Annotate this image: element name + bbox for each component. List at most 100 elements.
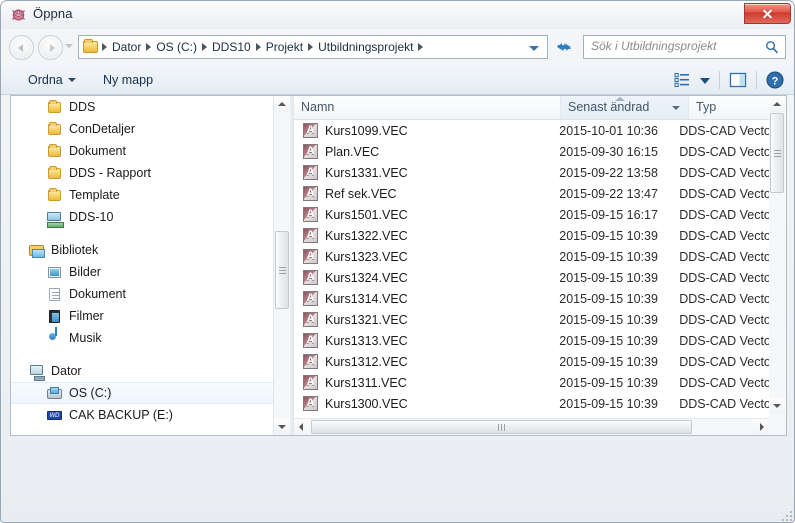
hscrollbar-thumb[interactable] — [311, 420, 692, 434]
organize-button[interactable]: Ordna — [21, 70, 83, 90]
preview-pane-icon — [729, 72, 747, 88]
tree-item-label: OS (C:) — [69, 386, 112, 400]
tree-item-musik[interactable]: Musik — [11, 326, 273, 349]
computer-icon — [29, 364, 45, 381]
table-row[interactable]: A Kurs1324.VEC 2015-09-15 10:39 DDS-CAD Vec… — [294, 267, 769, 288]
file-list-vertical-scrollbar[interactable] — [769, 96, 786, 435]
vector-file-icon: A — [303, 354, 318, 369]
file-modified-cell: 2015-09-22 13:58 — [559, 165, 658, 180]
table-row[interactable]: A Kurs1311.VEC 2015-09-15 10:39 DDS-CAD Vec… — [294, 372, 769, 393]
tree-vertical-scrollbar[interactable] — [273, 96, 290, 435]
chevron-down-icon — [67, 77, 76, 82]
table-row[interactable]: A Kurs1313.VEC 2015-09-15 10:39 DDS-CAD Vec… — [294, 330, 769, 351]
tree-item-dokument[interactable]: Dokument — [11, 283, 273, 305]
search-icon[interactable] — [765, 40, 779, 54]
table-row[interactable]: A Kurs1314.VEC 2015-09-15 10:39 DDS-CAD Vec… — [294, 288, 769, 309]
breadcrumb[interactable]: Dator OS (C:) DDS10 Projekt Utbildningsp… — [78, 35, 548, 59]
table-row[interactable]: A Kurs1501.VEC 2015-09-15 16:17 DDS-CAD Vec… — [294, 204, 769, 225]
breadcrumb-item-3[interactable]: Projekt — [262, 39, 307, 55]
close-button[interactable] — [744, 3, 791, 24]
recent-locations-dropdown-icon[interactable] — [65, 44, 73, 48]
vector-file-icon: A — [303, 291, 318, 306]
tree-item-dds-10[interactable]: DDS-10 — [11, 206, 273, 228]
tree-scroll-down-button[interactable] — [274, 419, 290, 435]
breadcrumb-dropdown-icon[interactable] — [529, 46, 539, 51]
list-scrollbar-thumb[interactable] — [770, 113, 784, 193]
list-scroll-down-button[interactable] — [769, 398, 785, 414]
breadcrumb-item-4[interactable]: Utbildningsprojekt — [314, 39, 417, 55]
tree-item-label: Template — [69, 188, 120, 202]
tree-item-label: ConDetaljer — [69, 122, 136, 136]
column-filter-dropdown-icon[interactable] — [672, 106, 680, 110]
preview-pane-button[interactable] — [725, 69, 751, 91]
file-name-cell: Kurs1321.VEC — [325, 312, 408, 327]
file-name-cell: Kurs1099.VEC — [325, 123, 408, 138]
tree-item-label: Bibliotek — [51, 243, 99, 257]
view-mode-dropdown-button[interactable] — [696, 69, 714, 91]
help-button[interactable]: ? — [762, 69, 788, 91]
tree-scroll-up-button[interactable] — [274, 96, 290, 112]
table-row[interactable]: A Plan.VEC 2015-09-30 16:15 DDS-CAD Vector — [294, 141, 769, 162]
tree-item-filmer[interactable]: Filmer — [11, 305, 273, 327]
column-header-name[interactable]: Namn — [294, 96, 561, 119]
search-box[interactable]: Sök i Utbildningsprojekt — [583, 35, 786, 59]
network-icon — [47, 210, 64, 228]
table-row[interactable]: A Kurs1099.VEC 2015-10-01 10:36 DDS-CAD Vec… — [294, 120, 769, 141]
tree-item-template[interactable]: Template — [11, 184, 273, 206]
new-folder-button[interactable]: Ny mapp — [96, 70, 160, 90]
refresh-icon[interactable] — [553, 37, 575, 57]
table-row[interactable]: A Kurs1321.VEC 2015-09-15 10:39 DDS-CAD Vec… — [294, 309, 769, 330]
tree-item-bibliotek[interactable]: Bibliotek — [11, 239, 273, 261]
usb-drive-icon — [47, 408, 63, 423]
column-header-modified[interactable]: Senast ändrad — [561, 96, 689, 119]
table-row[interactable]: A Kurs1312.VEC 2015-09-15 10:39 DDS-CAD Vec… — [294, 351, 769, 372]
file-type-cell: DDS-CAD Vector — [679, 375, 769, 390]
tree-item-condetaljer[interactable]: ConDetaljer — [11, 118, 273, 140]
chevron-down-icon — [700, 78, 710, 84]
tree-item-label: DDS-10 — [69, 210, 114, 224]
list-scroll-up-button[interactable] — [769, 96, 785, 112]
forward-button[interactable] — [38, 35, 63, 60]
table-row[interactable]: A Kurs1322.VEC 2015-09-15 10:39 DDS-CAD Vec… — [294, 225, 769, 246]
file-name-cell: Kurs1313.VEC — [325, 333, 408, 348]
file-modified-cell: 2015-09-15 10:39 — [559, 354, 658, 369]
search-placeholder: Sök i Utbildningsprojekt — [591, 39, 717, 53]
back-button[interactable] — [9, 35, 34, 60]
table-row[interactable]: A Ref sek.VEC 2015-09-22 13:47 DDS-CAD Vect… — [294, 183, 769, 204]
file-type-cell: DDS-CAD Vector — [679, 186, 769, 201]
table-row[interactable]: A Kurs1331.VEC 2015-09-22 13:58 DDS-CAD Vec… — [294, 162, 769, 183]
tree-item-cak-backup-e[interactable]: CAK BACKUP (E:) — [11, 404, 273, 426]
file-type-cell: DDS-CAD Vector — [679, 249, 769, 264]
file-type-cell: DDS-CAD Vector — [679, 144, 769, 159]
breadcrumb-item-0[interactable]: Dator — [108, 39, 145, 55]
file-modified-cell: 2015-09-15 10:39 — [559, 333, 658, 348]
file-name-cell: Kurs1300.VEC — [325, 396, 408, 411]
tree-scrollbar-thumb[interactable] — [275, 231, 289, 309]
table-row[interactable]: A Kurs1300.VEC 2015-09-15 10:39 DDS-CAD Vec… — [294, 393, 769, 414]
organize-label: Ordna — [28, 73, 63, 87]
file-type-cell: DDS-CAD Vector — [679, 312, 769, 327]
tree-item-dds-rapport[interactable]: DDS - Rapport — [11, 162, 273, 184]
tree-item-bilder[interactable]: Bilder — [11, 261, 273, 283]
tree-item-label: DDS — [69, 100, 96, 114]
file-name-cell: Kurs1324.VEC — [325, 270, 408, 285]
file-type-cell: DDS-CAD Vector — [679, 333, 769, 348]
tree-group-spacer — [11, 349, 273, 360]
file-type-cell: DDS-CAD Vector — [679, 291, 769, 306]
tree-item-os-c[interactable]: OS (C:) — [11, 382, 273, 404]
hscroll-right-button[interactable] — [753, 419, 769, 435]
breadcrumb-item-1[interactable]: OS (C:) — [152, 39, 201, 55]
tree-item-dds[interactable]: DDS — [11, 96, 273, 118]
hscroll-left-button[interactable] — [294, 419, 310, 435]
tree-item-dator[interactable]: Dator — [11, 360, 273, 382]
harddrive-icon — [47, 386, 63, 401]
folder-icon — [47, 99, 63, 115]
view-mode-button[interactable] — [670, 69, 696, 91]
music-icon — [47, 326, 63, 346]
file-list-horizontal-scrollbar[interactable] — [294, 418, 769, 435]
file-name-cell: Kurs1501.VEC — [325, 207, 408, 222]
tree-item-dokument[interactable]: Dokument — [11, 140, 273, 162]
resize-grip[interactable] — [781, 510, 793, 522]
breadcrumb-item-2[interactable]: DDS10 — [208, 39, 255, 55]
table-row[interactable]: A Kurs1323.VEC 2015-09-15 10:39 DDS-CAD Vec… — [294, 246, 769, 267]
